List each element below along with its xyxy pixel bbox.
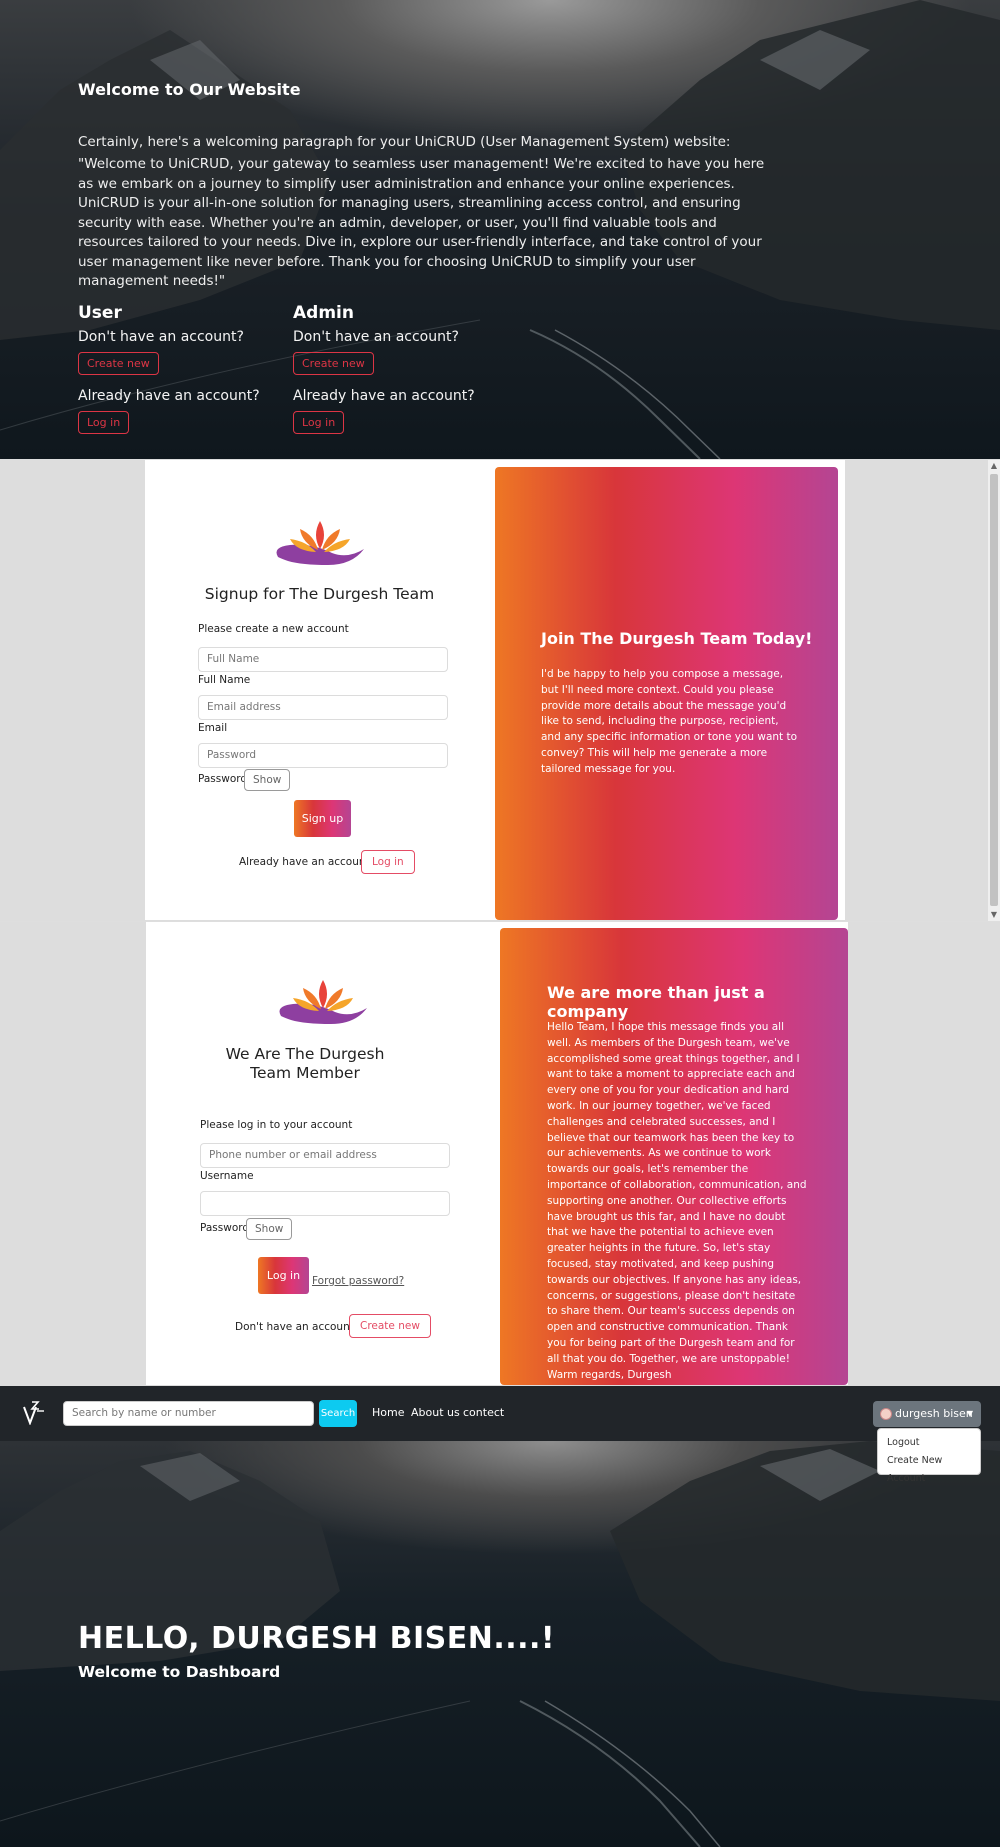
user-dropdown-menu: Logout Create New Account: [877, 1428, 981, 1484]
username-label: Username: [200, 1170, 254, 1182]
scroll-up-arrow-icon[interactable]: ▲: [988, 460, 1000, 472]
search-input[interactable]: Search by name or number: [63, 1401, 314, 1426]
email-label: Email: [198, 722, 228, 734]
email-input[interactable]: Email address: [198, 695, 448, 720]
welcome-hero: Welcome to Our Website Certainly, here's…: [0, 0, 1000, 459]
user-name: durgesh bisen: [895, 1407, 973, 1420]
admin-heading: Admin: [293, 303, 354, 323]
lotus-logo: [279, 980, 367, 1024]
signup-section: Signup for The Durgesh Team Please creat…: [0, 460, 1000, 921]
login-promo-panel: We are more than just a company Hello Te…: [500, 928, 848, 1385]
fullname-label: Full Name: [198, 674, 251, 686]
signup-button[interactable]: Sign up: [294, 800, 351, 837]
welcome-title: Welcome to Our Website: [78, 80, 301, 99]
signup-card: Signup for The Durgesh Team Please creat…: [145, 460, 845, 920]
dashboard-subtitle: Welcome to Dashboard: [78, 1663, 281, 1681]
username-input[interactable]: Phone number or email address: [200, 1143, 450, 1168]
signup-title: Signup for The Durgesh Team: [204, 585, 435, 603]
navbar: Search by name or number Search Home Abo…: [0, 1386, 1000, 1441]
welcome-paragraph: "Welcome to UniCRUD, your gateway to sea…: [78, 156, 765, 289]
signup-promo-title: Join The Durgesh Team Today!: [541, 629, 813, 648]
fullname-input[interactable]: Full Name: [198, 647, 448, 672]
logout-menu-item[interactable]: Logout: [878, 1434, 980, 1452]
login-section: We Are The Durgesh Team Member Please lo…: [0, 922, 1000, 1386]
user-create-new-button[interactable]: Create new: [78, 352, 159, 375]
login-password-label: Password: [200, 1222, 250, 1234]
user-have-account-text: Already have an account?: [78, 388, 260, 404]
signup-promo-text: I'd be happy to help you compose a messa…: [541, 668, 798, 775]
login-no-account-text: Don't have an account?: [235, 1321, 360, 1333]
dashboard-greeting: HELLO, DURGESH BISEN....!: [78, 1621, 556, 1656]
signup-login-button[interactable]: Log in: [361, 850, 415, 874]
login-promo-title: We are more than just a company: [547, 983, 765, 1021]
login-title: We Are The Durgesh Team Member: [225, 1045, 385, 1082]
signup-promo-panel: Join The Durgesh Team Today! I'd be happ…: [495, 467, 838, 920]
scrollbar-thumb[interactable]: [990, 474, 998, 906]
show-password-button[interactable]: Show: [244, 769, 291, 791]
admin-no-account-text: Don't have an account?: [293, 329, 459, 345]
create-account-menu-item[interactable]: Create New Account: [878, 1452, 980, 1488]
user-login-button[interactable]: Log in: [78, 411, 130, 434]
vertical-scrollbar[interactable]: ▲ ▼: [988, 460, 1000, 921]
search-button[interactable]: Search: [319, 1400, 357, 1427]
scroll-down-arrow-icon[interactable]: ▼: [988, 909, 1000, 921]
lotus-logo: [276, 521, 364, 565]
user-menu-button[interactable]: durgesh bisen ▼: [873, 1401, 981, 1427]
user-heading: User: [78, 303, 122, 323]
login-button[interactable]: Log in: [258, 1257, 309, 1294]
signup-have-account-text: Already have an account?: [239, 856, 376, 868]
login-intro: Please log in to your account: [200, 1119, 353, 1131]
avatar: [880, 1408, 892, 1420]
nav-home-link[interactable]: Home: [372, 1406, 404, 1419]
signup-intro: Please create a new account: [198, 623, 349, 635]
login-promo-text: Hello Team, I hope this message finds yo…: [547, 1021, 807, 1381]
login-password-input[interactable]: [200, 1191, 450, 1216]
login-show-password-button[interactable]: Show: [246, 1218, 293, 1240]
caret-down-icon: ▼: [966, 1409, 973, 1418]
admin-create-new-button[interactable]: Create new: [293, 352, 374, 375]
admin-have-account-text: Already have an account?: [293, 388, 475, 404]
nav-about-link[interactable]: About us: [411, 1406, 460, 1419]
brand-logo-icon[interactable]: [22, 1399, 46, 1425]
password-label: Password: [198, 773, 248, 785]
forgot-password-link[interactable]: Forgot password?: [312, 1275, 404, 1287]
login-card: We Are The Durgesh Team Member Please lo…: [146, 922, 848, 1385]
password-input[interactable]: Password: [198, 743, 448, 768]
user-column: User Don't have an account? Create new A…: [78, 303, 278, 434]
user-no-account-text: Don't have an account?: [78, 329, 244, 345]
login-create-new-button[interactable]: Create new: [349, 1314, 431, 1338]
welcome-lead: Certainly, here's a welcoming paragraph …: [78, 134, 731, 150]
dashboard-hero: HELLO, DURGESH BISEN....! Welcome to Das…: [0, 1441, 1000, 1847]
nav-contact-link[interactable]: contect: [463, 1406, 504, 1419]
admin-column: Admin Don't have an account? Create new …: [293, 303, 493, 434]
admin-login-button[interactable]: Log in: [293, 411, 345, 434]
